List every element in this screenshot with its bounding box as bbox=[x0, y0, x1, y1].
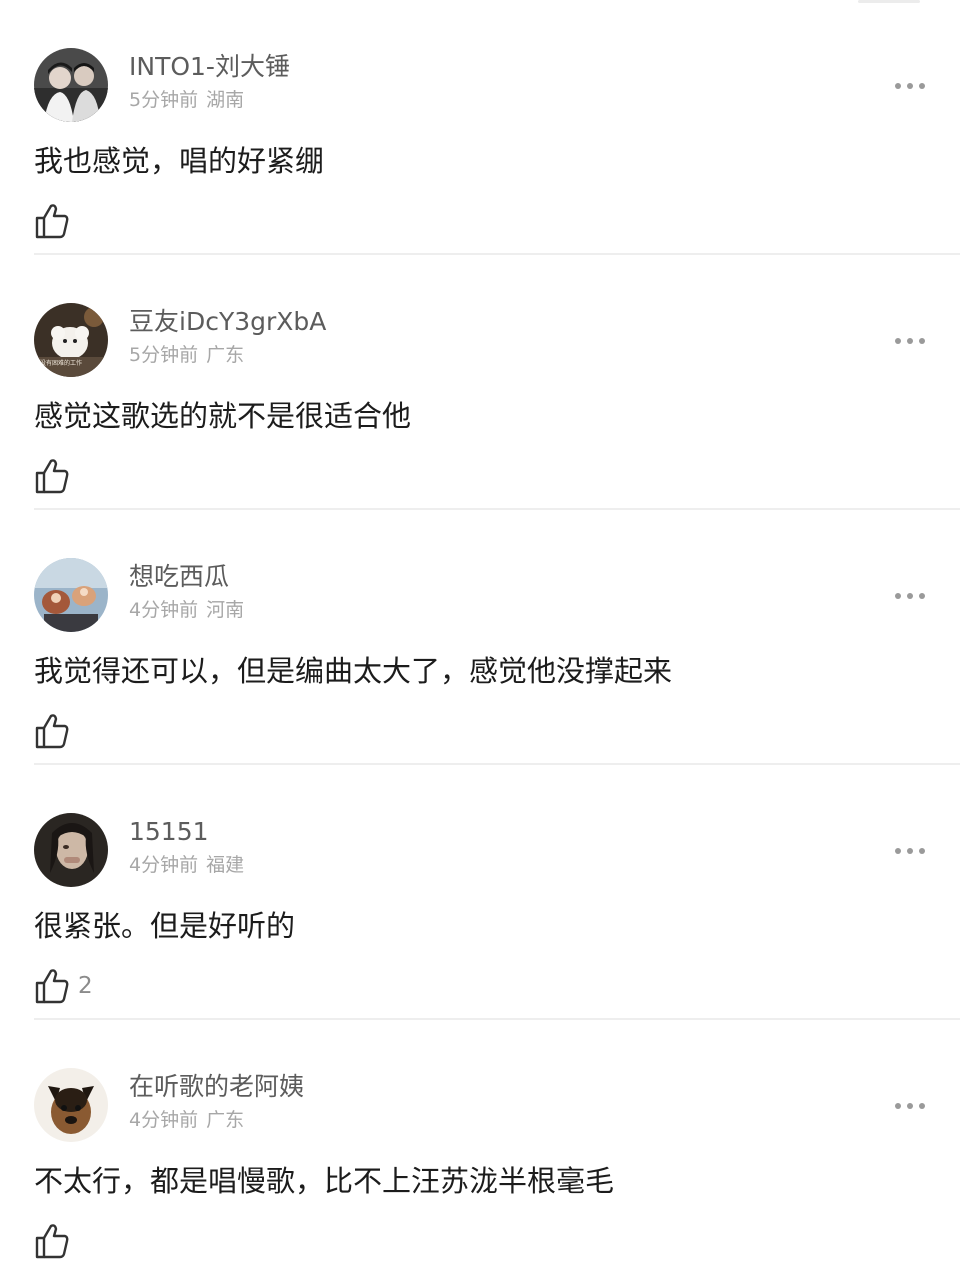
username[interactable]: 在听歌的老阿姨 bbox=[129, 1072, 304, 1102]
avatar[interactable] bbox=[34, 813, 108, 887]
thumbs-up-icon bbox=[35, 204, 69, 239]
comment-item: 没有困难的工作 豆友iDcY3grXbA 5分钟前 广东 感觉这歌选的就不是很适合… bbox=[0, 255, 960, 510]
comment-item: 15151 4分钟前 福建 很紧张。但是好听的 2 bbox=[0, 765, 960, 1020]
username[interactable]: 想吃西瓜 bbox=[129, 562, 229, 592]
more-dots-icon[interactable] bbox=[888, 331, 932, 351]
thumbs-up-icon bbox=[35, 1224, 69, 1259]
more-dots-icon[interactable] bbox=[888, 586, 932, 606]
avatar[interactable] bbox=[34, 558, 108, 632]
comment-meta: 5分钟前 广东 bbox=[129, 343, 244, 367]
comment-meta: 4分钟前 福建 bbox=[129, 853, 244, 877]
comment-text: 我也感觉，唱的好紧绷 bbox=[34, 144, 325, 178]
comment-text: 感觉这歌选的就不是很适合他 bbox=[34, 399, 412, 433]
more-dots-icon[interactable] bbox=[888, 76, 932, 96]
comment-time: 4分钟前 bbox=[129, 599, 199, 621]
comment-location: 广东 bbox=[206, 1109, 245, 1131]
comment-meta: 4分钟前 河南 bbox=[129, 598, 244, 622]
avatar[interactable] bbox=[34, 1068, 108, 1142]
comment-time: 4分钟前 bbox=[129, 1109, 199, 1131]
comment-text: 不太行，都是唱慢歌，比不上汪苏泷半根毫毛 bbox=[34, 1164, 615, 1198]
comment-meta: 5分钟前 湖南 bbox=[129, 88, 244, 112]
comment-location: 河南 bbox=[206, 599, 245, 621]
comment-time: 5分钟前 bbox=[129, 89, 199, 111]
username[interactable]: 15151 bbox=[129, 817, 209, 847]
comment-location: 福建 bbox=[206, 854, 245, 876]
avatar[interactable] bbox=[34, 48, 108, 122]
like-button[interactable]: 2 bbox=[34, 965, 93, 1007]
thumbs-up-icon bbox=[35, 969, 69, 1004]
comment-location: 湖南 bbox=[206, 89, 245, 111]
username[interactable]: 豆友iDcY3grXbA bbox=[129, 307, 326, 337]
like-button[interactable] bbox=[34, 710, 78, 752]
svg-text:没有困难的工作: 没有困难的工作 bbox=[40, 359, 82, 367]
comment-text: 我觉得还可以，但是编曲太大了，感觉他没撑起来 bbox=[34, 654, 673, 688]
comment-text: 很紧张。但是好听的 bbox=[34, 909, 296, 943]
like-count: 2 bbox=[78, 973, 93, 999]
like-button[interactable] bbox=[34, 200, 78, 242]
comment-item: 想吃西瓜 4分钟前 河南 我觉得还可以，但是编曲太大了，感觉他没撑起来 bbox=[0, 510, 960, 765]
username[interactable]: INTO1-刘大锤 bbox=[129, 52, 290, 82]
comment-item: INTO1-刘大锤 5分钟前 湖南 我也感觉，唱的好紧绷 bbox=[0, 0, 960, 255]
thumbs-up-icon bbox=[35, 459, 69, 494]
like-button[interactable] bbox=[34, 1220, 78, 1262]
more-dots-icon[interactable] bbox=[888, 841, 932, 861]
comment-meta: 4分钟前 广东 bbox=[129, 1108, 244, 1132]
comment-time: 5分钟前 bbox=[129, 344, 199, 366]
comment-time: 4分钟前 bbox=[129, 854, 199, 876]
avatar[interactable]: 没有困难的工作 bbox=[34, 303, 108, 377]
like-button[interactable] bbox=[34, 455, 78, 497]
comment-location: 广东 bbox=[206, 344, 245, 366]
more-dots-icon[interactable] bbox=[888, 1096, 932, 1116]
comment-item: 在听歌的老阿姨 4分钟前 广东 不太行，都是唱慢歌，比不上汪苏泷半根毫毛 bbox=[0, 1020, 960, 1275]
thumbs-up-icon bbox=[35, 714, 69, 749]
